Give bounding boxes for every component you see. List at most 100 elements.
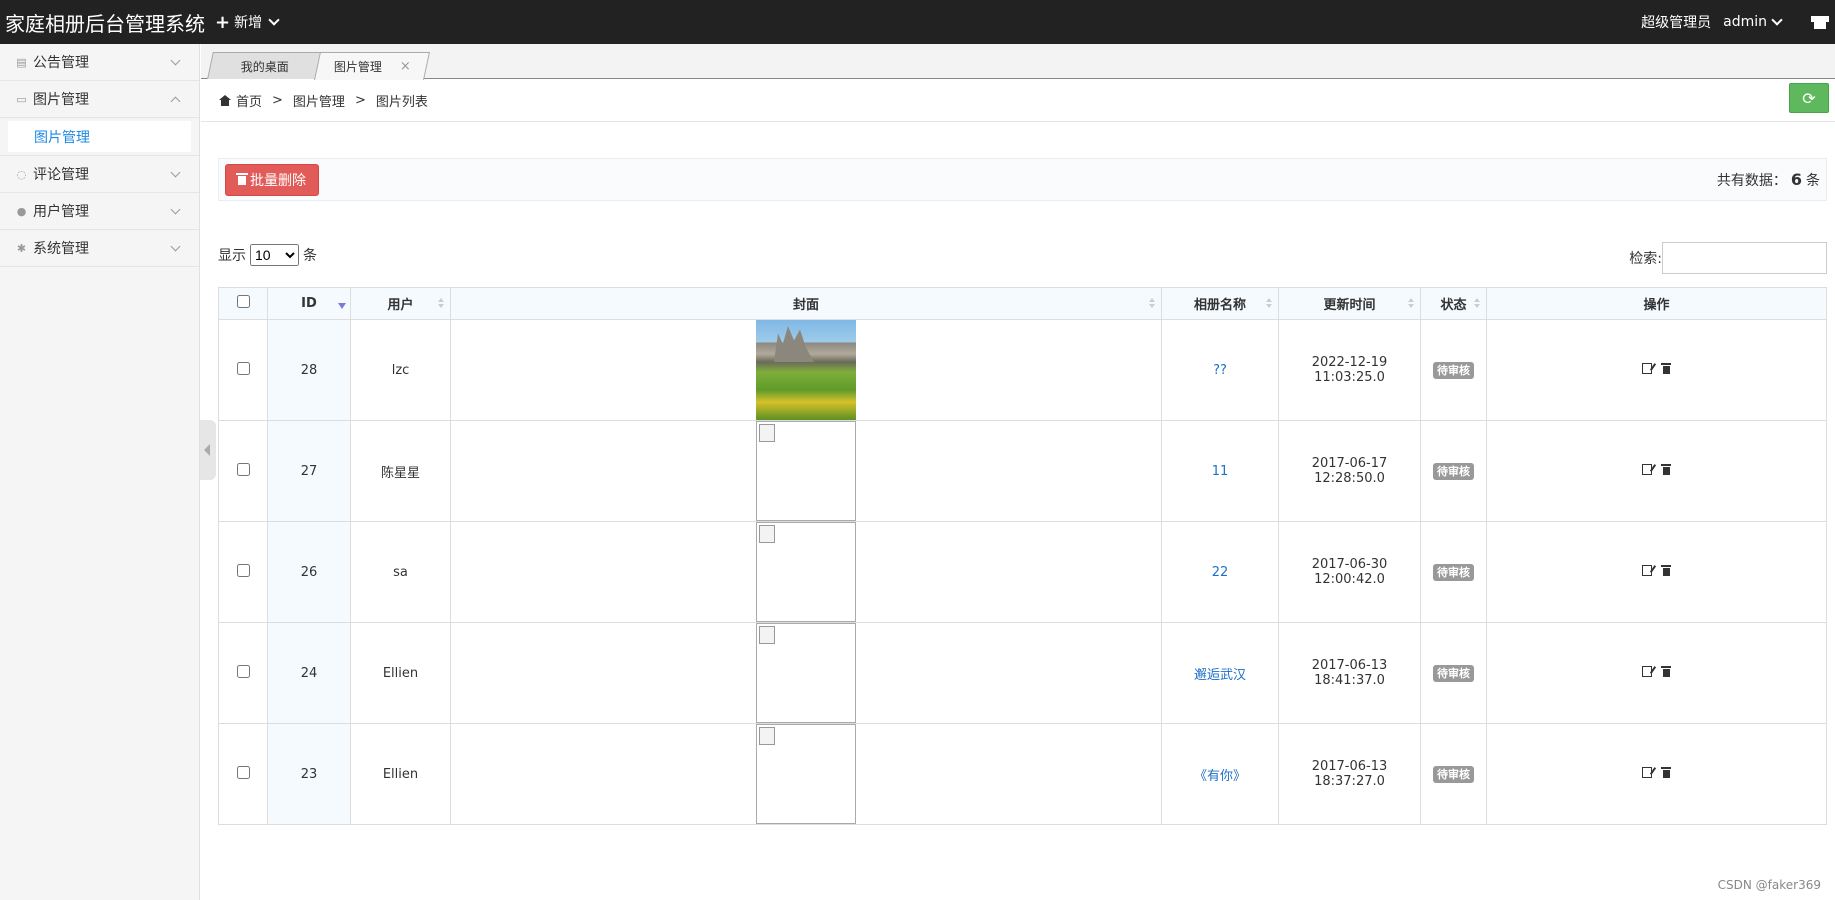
album-link[interactable]: 邂逅武汉 — [1194, 668, 1246, 683]
breadcrumb: 首页 > 图片管理 > 图片列表 ⟳ — [201, 79, 1835, 122]
cell-id: 28 — [267, 319, 351, 421]
sort-icon — [438, 298, 444, 310]
broken-image-icon — [756, 623, 856, 723]
cell-status: 待审核 — [1420, 319, 1487, 421]
edit-icon[interactable] — [1641, 766, 1652, 778]
status-badge: 待审核 — [1433, 564, 1474, 581]
cell-actions — [1486, 622, 1827, 724]
row-select-cell — [218, 622, 268, 724]
cell-status: 待审核 — [1420, 723, 1487, 825]
column-header-album[interactable]: 相册名称 — [1161, 287, 1279, 320]
sidebar: ▤ 公告管理 ▭ 图片管理 图片管理 ◌ 评论管理 ● 用户管理 ✱ 系统管理 — [0, 44, 200, 900]
trash-icon — [236, 173, 248, 185]
chevron-down-icon — [170, 55, 181, 66]
tab-picture-manage[interactable]: 图片管理 × — [314, 52, 430, 80]
cell-user: Ellien — [350, 723, 451, 825]
edit-icon[interactable] — [1641, 463, 1652, 475]
cell-user: Ellien — [350, 622, 451, 724]
cell-time: 2017-06-13 18:41:37.0 — [1278, 622, 1421, 724]
table-toolbar: 批量删除 共有数据： 6 条 — [218, 158, 1827, 201]
page-length-select[interactable]: 10 — [250, 244, 299, 266]
refresh-icon: ⟳ — [1802, 88, 1816, 108]
add-menu-label: 新增 — [234, 15, 263, 31]
column-header-time[interactable]: 更新时间 — [1278, 287, 1421, 320]
total-prefix: 共有数据： — [1716, 172, 1787, 189]
sidebar-item-user[interactable]: ● 用户管理 — [0, 193, 199, 230]
cell-album: 22 — [1161, 521, 1279, 623]
column-header-id[interactable]: ID — [267, 287, 351, 320]
cell-actions — [1486, 521, 1827, 623]
album-link[interactable]: 《有你》 — [1194, 769, 1246, 784]
home-icon — [219, 94, 231, 106]
column-header-cover[interactable]: 封面 — [450, 287, 1162, 320]
column-label: 更新时间 — [1323, 298, 1376, 313]
album-link[interactable]: ?? — [1213, 363, 1227, 378]
search-label: 检索: — [1629, 251, 1662, 267]
trash-icon[interactable] — [1660, 463, 1672, 475]
edit-icon[interactable] — [1641, 564, 1652, 576]
edit-icon[interactable] — [1641, 665, 1652, 677]
trash-icon[interactable] — [1660, 665, 1672, 677]
trash-icon[interactable] — [1660, 362, 1672, 374]
trash-icon[interactable] — [1660, 564, 1672, 576]
user-role: 超级管理员 — [1641, 15, 1712, 31]
cell-actions — [1486, 723, 1827, 825]
plus-icon: + — [215, 11, 231, 33]
broken-image-icon — [756, 724, 856, 824]
chevron-down-icon — [268, 14, 280, 26]
tab-desktop[interactable]: 我的桌面 — [207, 52, 323, 79]
tab-label: 图片管理 — [333, 60, 382, 74]
top-navbar: 家庭相册后台管理系统 + 新增 超级管理员 admin — [0, 0, 1835, 44]
status-badge: 待审核 — [1433, 463, 1474, 480]
gear-icon: ✱ — [16, 241, 27, 255]
cell-id: 27 — [267, 420, 351, 522]
column-header-status[interactable]: 状态 — [1420, 287, 1487, 320]
sidebar-subitem-picture[interactable]: 图片管理 — [8, 121, 191, 152]
column-label: ID — [301, 296, 317, 311]
sort-icon — [1149, 298, 1155, 310]
row-checkbox[interactable] — [236, 664, 250, 678]
cover-image — [756, 320, 856, 420]
add-menu-button[interactable]: + 新增 — [215, 12, 282, 33]
length-suffix: 条 — [303, 248, 317, 264]
select-all-header — [218, 287, 268, 320]
status-badge: 待审核 — [1433, 766, 1474, 783]
batch-delete-button[interactable]: 批量删除 — [225, 163, 319, 196]
album-link[interactable]: 22 — [1212, 565, 1229, 580]
trash-icon[interactable] — [1660, 766, 1672, 778]
sidebar-item-system[interactable]: ✱ 系统管理 — [0, 230, 199, 267]
column-header-actions: 操作 — [1486, 287, 1827, 320]
breadcrumb-home[interactable]: 首页 — [236, 91, 262, 110]
cell-actions — [1486, 319, 1827, 421]
sidebar-item-picture[interactable]: ▭ 图片管理 — [0, 81, 199, 118]
sidebar-item-label: 评论管理 — [33, 167, 89, 183]
sidebar-item-notice[interactable]: ▤ 公告管理 — [0, 44, 199, 81]
cell-user: sa — [350, 521, 451, 623]
cell-user: lzc — [350, 319, 451, 421]
sidebar-item-comment[interactable]: ◌ 评论管理 — [0, 156, 199, 193]
album-link[interactable]: 11 — [1212, 464, 1229, 479]
picture-table: ID 用户 封面 相册名称 更新时间 状态 操作 28 lzc ?? 2022-… — [218, 287, 1827, 825]
refresh-button[interactable]: ⟳ — [1789, 83, 1829, 113]
column-label: 相册名称 — [1193, 298, 1246, 313]
sidebar-item-label: 系统管理 — [33, 241, 89, 257]
cell-id: 26 — [267, 521, 351, 623]
row-checkbox[interactable] — [236, 765, 250, 779]
breadcrumb-section[interactable]: 图片管理 — [293, 91, 345, 110]
row-checkbox[interactable] — [236, 563, 250, 577]
total-suffix: 条 — [1806, 172, 1820, 189]
column-header-user[interactable]: 用户 — [350, 287, 451, 320]
breadcrumb-separator: > — [272, 92, 283, 108]
cell-status: 待审核 — [1420, 521, 1487, 623]
search-input[interactable] — [1662, 242, 1827, 274]
row-checkbox[interactable] — [236, 361, 250, 375]
row-checkbox[interactable] — [236, 462, 250, 476]
select-all-checkbox[interactable] — [236, 295, 250, 308]
cell-id: 24 — [267, 622, 351, 724]
user-menu[interactable]: admin — [1723, 14, 1785, 30]
cell-album: ?? — [1161, 319, 1279, 421]
close-icon[interactable]: × — [399, 59, 410, 74]
chevron-down-icon — [1771, 14, 1783, 26]
edit-icon[interactable] — [1641, 362, 1652, 374]
skin-shirt-icon[interactable] — [1811, 15, 1829, 29]
